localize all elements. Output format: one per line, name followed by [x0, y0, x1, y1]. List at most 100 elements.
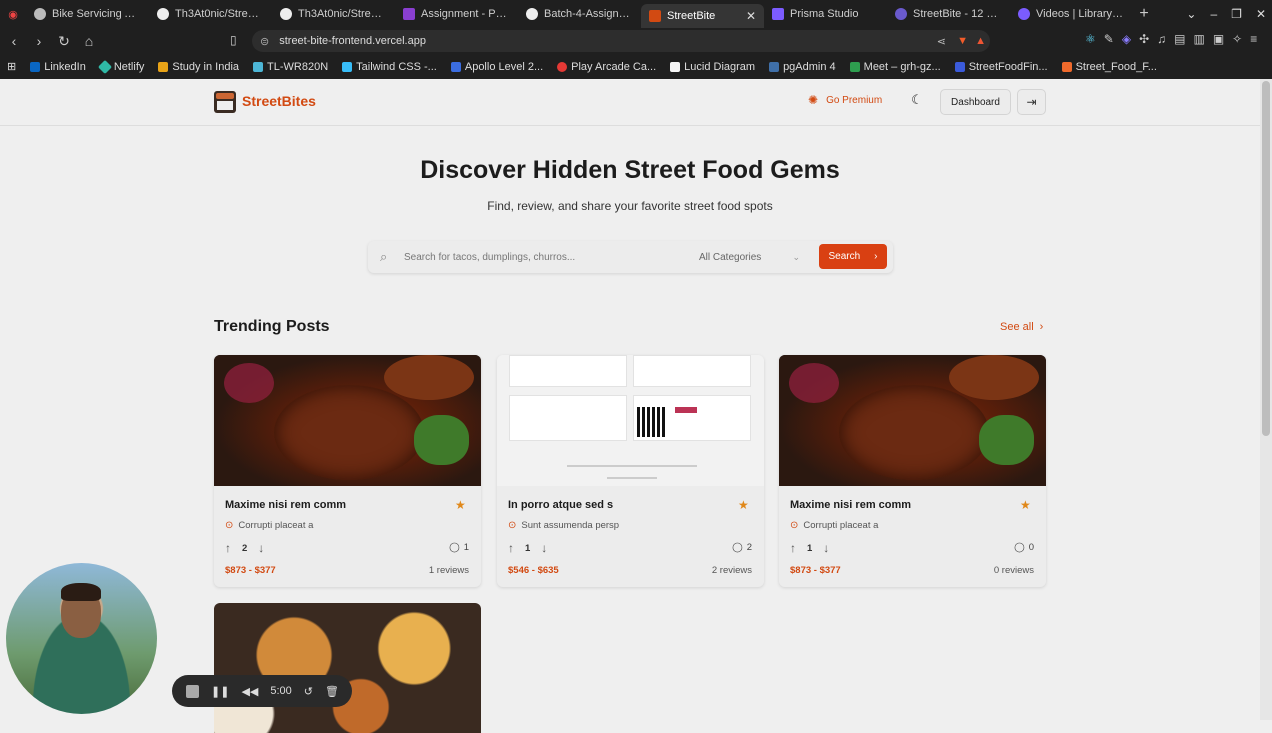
bookmark-6[interactable]: Play Arcade Ca... — [550, 61, 663, 73]
minimize-icon[interactable]: – — [1210, 7, 1217, 21]
tab-favicon-icon — [34, 8, 46, 20]
tab-active[interactable]: StreetBite ✕ — [641, 4, 764, 28]
post-card[interactable]: Maxime nisi rem comm ★ ⊙ Corrupti placeat… — [214, 355, 481, 587]
reading-list-icon[interactable]: ▤ — [1174, 32, 1185, 46]
browser-menu-icon[interactable]: ◉ — [0, 0, 26, 28]
go-premium-button[interactable]: ✺ Go Premium — [808, 93, 882, 107]
bookmark-3[interactable]: TL-WR820N — [246, 61, 335, 73]
brave-rewards-icon[interactable]: ▲ — [975, 35, 986, 47]
stop-icon[interactable] — [186, 684, 199, 698]
comment-count[interactable]: ◯ 0 — [1014, 542, 1034, 553]
pause-icon[interactable]: ❚❚ — [211, 685, 229, 698]
see-all-link[interactable]: See all › — [1000, 321, 1043, 333]
comment-count-value: 1 — [463, 542, 469, 553]
menu-icon[interactable]: ≡ — [1250, 32, 1257, 46]
sparkle-icon: ✺ — [808, 93, 819, 107]
recording-time: 5:00 — [270, 685, 292, 697]
tab-7[interactable]: StreetBite - 12 May — [887, 0, 1010, 28]
post-title[interactable]: Maxime nisi rem comm — [225, 499, 346, 511]
bookmark-11[interactable]: Street_Food_F... — [1055, 61, 1164, 73]
color-picker-icon[interactable]: ✎ — [1104, 32, 1114, 46]
react-devtools-icon[interactable]: ⚛ — [1085, 32, 1096, 46]
restart-icon[interactable]: ↺ — [304, 685, 313, 698]
map-pin-icon: ⊙ — [225, 520, 234, 531]
post-title[interactable]: Maxime nisi rem comm — [790, 499, 911, 511]
comment-count[interactable]: ◯ 1 — [449, 542, 469, 553]
downvote-icon[interactable]: ↓ — [541, 541, 547, 555]
trending-title: Trending Posts — [214, 318, 330, 335]
comment-count[interactable]: ◯ 2 — [732, 542, 752, 553]
bookmark-8[interactable]: pgAdmin 4 — [762, 61, 843, 73]
leo-ai-icon[interactable]: ✧ — [1232, 32, 1242, 46]
extension-badge-icon[interactable]: ◈ — [1122, 32, 1131, 46]
rewind-icon[interactable]: ◀◀ — [241, 685, 258, 698]
tab-4[interactable]: Batch-4-Assignmen — [518, 0, 641, 28]
upvote-icon[interactable]: ↑ — [508, 541, 514, 555]
moon-icon[interactable]: ☾ — [908, 91, 926, 109]
tab-6[interactable]: Prisma Studio — [764, 0, 887, 28]
apps-grid-icon[interactable]: ⊞ — [0, 60, 23, 73]
search-input[interactable] — [404, 247, 684, 267]
meet-icon — [849, 61, 860, 72]
bookmark-9[interactable]: Meet – grh-gz... — [843, 61, 948, 73]
search-button[interactable]: Search › — [819, 244, 887, 269]
address-bar[interactable]: ⊜ street-bite-frontend.vercel.app ⋖ ▼ ▲ — [252, 30, 990, 52]
dashboard-button[interactable]: Dashboard — [940, 89, 1011, 115]
maximize-icon[interactable]: ❐ — [1231, 7, 1242, 21]
reload-icon[interactable]: ↻ — [53, 30, 75, 52]
forward-icon[interactable]: › — [28, 30, 50, 52]
star-icon: ★ — [738, 498, 749, 512]
extensions-icon[interactable]: ✣ — [1139, 32, 1149, 46]
logo-icon[interactable] — [214, 91, 236, 113]
post-image[interactable] — [214, 355, 481, 486]
brave-shield-icon[interactable]: ▼ — [957, 35, 968, 47]
vote-count: 1 — [525, 542, 531, 554]
scrollbar-thumb[interactable] — [1262, 81, 1270, 436]
url-text: street-bite-frontend.vercel.app — [279, 35, 426, 47]
post-image[interactable] — [497, 355, 764, 486]
tab-8[interactable]: Videos | Library | Lo — [1010, 0, 1133, 28]
back-icon[interactable]: ‹ — [3, 30, 25, 52]
close-window-icon[interactable]: ✕ — [1256, 7, 1266, 21]
home-icon[interactable]: ⌂ — [78, 30, 100, 52]
bookmark-5[interactable]: Apollo Level 2... — [444, 61, 550, 73]
bookmark-7[interactable]: Lucid Diagram — [663, 61, 762, 73]
share-icon[interactable]: ⋖ — [937, 35, 946, 48]
tab-1[interactable]: Th3At0nic/Street-F — [149, 0, 272, 28]
post-image[interactable] — [779, 355, 1046, 486]
post-card[interactable]: Maxime nisi rem comm ★ ⊙ Corrupti placeat… — [779, 355, 1046, 587]
post-card-image[interactable] — [214, 603, 481, 733]
upvote-icon[interactable]: ↑ — [225, 541, 231, 555]
bookmark-2[interactable]: Study in India — [151, 61, 246, 73]
downvote-icon[interactable]: ↓ — [258, 541, 264, 555]
logout-icon[interactable]: ⇥ — [1017, 89, 1046, 115]
media-icon[interactable]: ♫ — [1157, 32, 1166, 46]
tab-0[interactable]: Bike Servicing API S — [26, 0, 149, 28]
bookmark-0[interactable]: LinkedIn — [23, 61, 93, 73]
upvote-icon[interactable]: ↑ — [790, 541, 796, 555]
downvote-icon[interactable]: ↓ — [823, 541, 829, 555]
tab-favicon-icon — [895, 8, 907, 20]
bookmark-favicon-icon — [450, 61, 461, 72]
close-tab-icon[interactable]: ✕ — [746, 9, 756, 23]
tab-3[interactable]: Assignment - Progr — [395, 0, 518, 28]
review-count: 1 reviews — [428, 565, 469, 576]
post-title[interactable]: In porro atque sed s — [508, 499, 613, 511]
chevron-down-icon[interactable]: ⌄ — [1186, 7, 1196, 21]
brand-name[interactable]: StreetBites — [242, 93, 316, 109]
post-location: ⊙ Corrupti placeat a — [225, 520, 313, 531]
wallet-icon[interactable]: ▣ — [1213, 32, 1224, 46]
bookmark-10[interactable]: StreetFoodFin... — [948, 61, 1055, 73]
trash-icon[interactable]: 🗑 — [325, 685, 339, 698]
category-select[interactable]: All Categories ⌄ — [694, 247, 806, 267]
scrollbar[interactable] — [1260, 79, 1272, 720]
sidebar-icon[interactable]: ▥ — [1193, 32, 1204, 46]
site-info-icon[interactable]: ⊜ — [260, 35, 269, 48]
bookmark-1[interactable]: Netlify — [93, 59, 152, 74]
post-card[interactable]: In porro atque sed s ★ ⊙ Sunt assumenda p… — [497, 355, 764, 587]
new-tab-icon[interactable]: + — [1133, 5, 1155, 23]
tab-2[interactable]: Th3At0nic/Street-F — [272, 0, 395, 28]
bookmark-4[interactable]: Tailwind CSS -... — [335, 61, 444, 73]
bookmark-icon[interactable]: ▯ — [230, 33, 237, 47]
prisma-icon — [772, 8, 784, 20]
